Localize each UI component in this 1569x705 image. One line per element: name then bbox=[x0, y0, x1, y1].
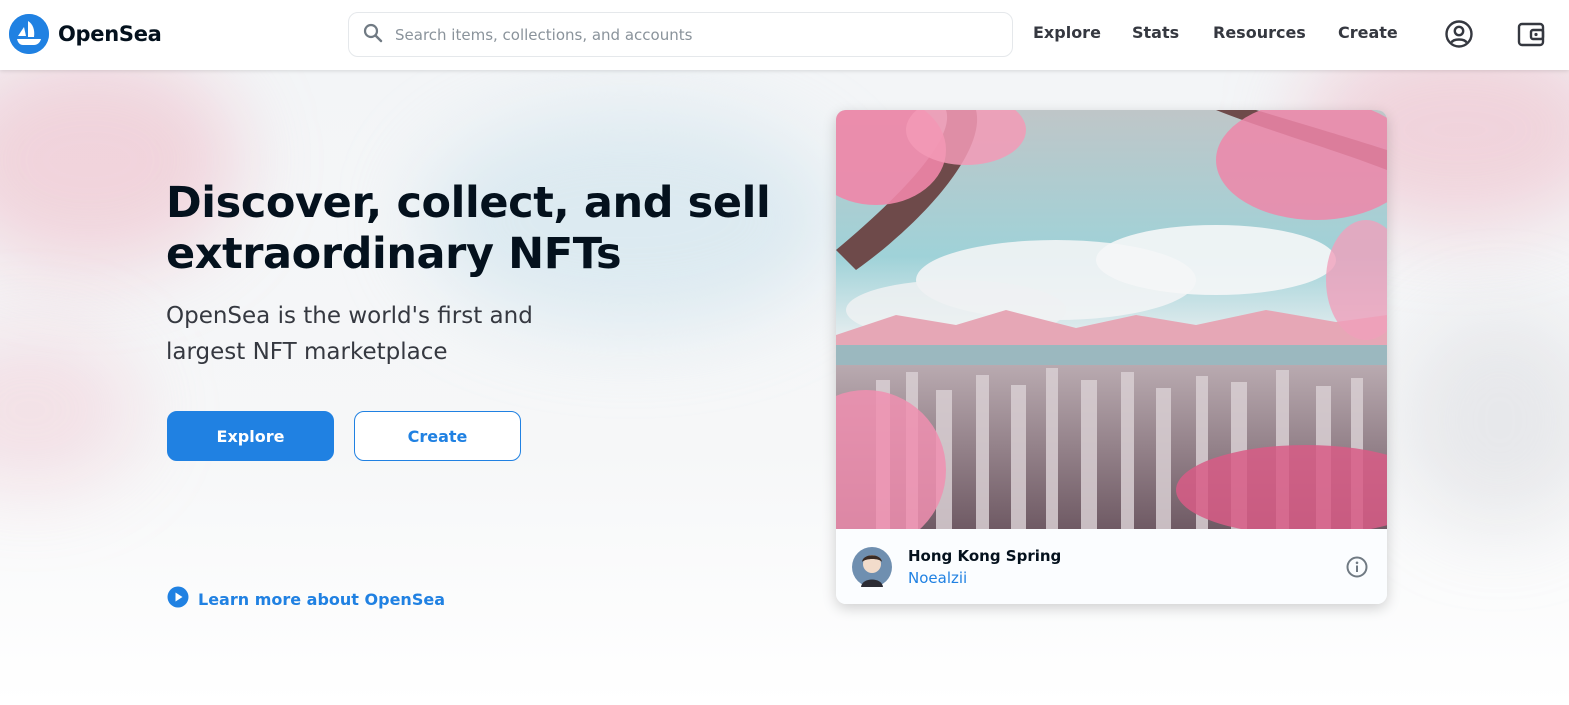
featured-card-footer: Hong Kong Spring Noealzii bbox=[836, 529, 1387, 604]
search-icon bbox=[363, 23, 383, 47]
search-input[interactable] bbox=[395, 25, 995, 44]
nav-create[interactable]: Create bbox=[1338, 23, 1398, 42]
play-circle-icon bbox=[167, 586, 189, 612]
wallet-icon[interactable] bbox=[1516, 19, 1546, 49]
hero-title: Discover, collect, and sell extraordinar… bbox=[166, 178, 771, 279]
explore-button[interactable]: Explore bbox=[167, 411, 334, 461]
info-icon[interactable] bbox=[1346, 556, 1368, 578]
account-circle-icon[interactable] bbox=[1444, 19, 1474, 49]
brand-name: OpenSea bbox=[58, 22, 162, 46]
background-blur bbox=[0, 330, 140, 490]
hero-section: Discover, collect, and sell extraordinar… bbox=[0, 70, 1569, 705]
featured-creator-link[interactable]: Noealzii bbox=[908, 569, 967, 587]
featured-nft-card[interactable]: Hong Kong Spring Noealzii bbox=[836, 110, 1387, 604]
nav-stats[interactable]: Stats bbox=[1132, 23, 1179, 42]
nav-explore[interactable]: Explore bbox=[1033, 23, 1101, 42]
opensea-logo[interactable]: OpenSea bbox=[9, 14, 162, 54]
learn-more-label: Learn more about OpenSea bbox=[198, 589, 445, 609]
nav-resources[interactable]: Resources bbox=[1213, 23, 1306, 42]
hero-subtitle: OpenSea is the world's first and largest… bbox=[166, 303, 533, 365]
learn-more-link[interactable]: Learn more about OpenSea bbox=[167, 586, 445, 612]
opensea-ship-icon bbox=[9, 14, 49, 54]
featured-nft-image bbox=[836, 110, 1387, 529]
featured-nft-title: Hong Kong Spring bbox=[908, 547, 1062, 565]
creator-avatar[interactable] bbox=[852, 547, 892, 587]
create-button[interactable]: Create bbox=[354, 411, 521, 461]
search-bar[interactable] bbox=[348, 12, 1013, 57]
background-blur bbox=[1400, 310, 1569, 530]
top-navigation-bar: OpenSea Explore Stats Resources Create bbox=[0, 0, 1569, 70]
